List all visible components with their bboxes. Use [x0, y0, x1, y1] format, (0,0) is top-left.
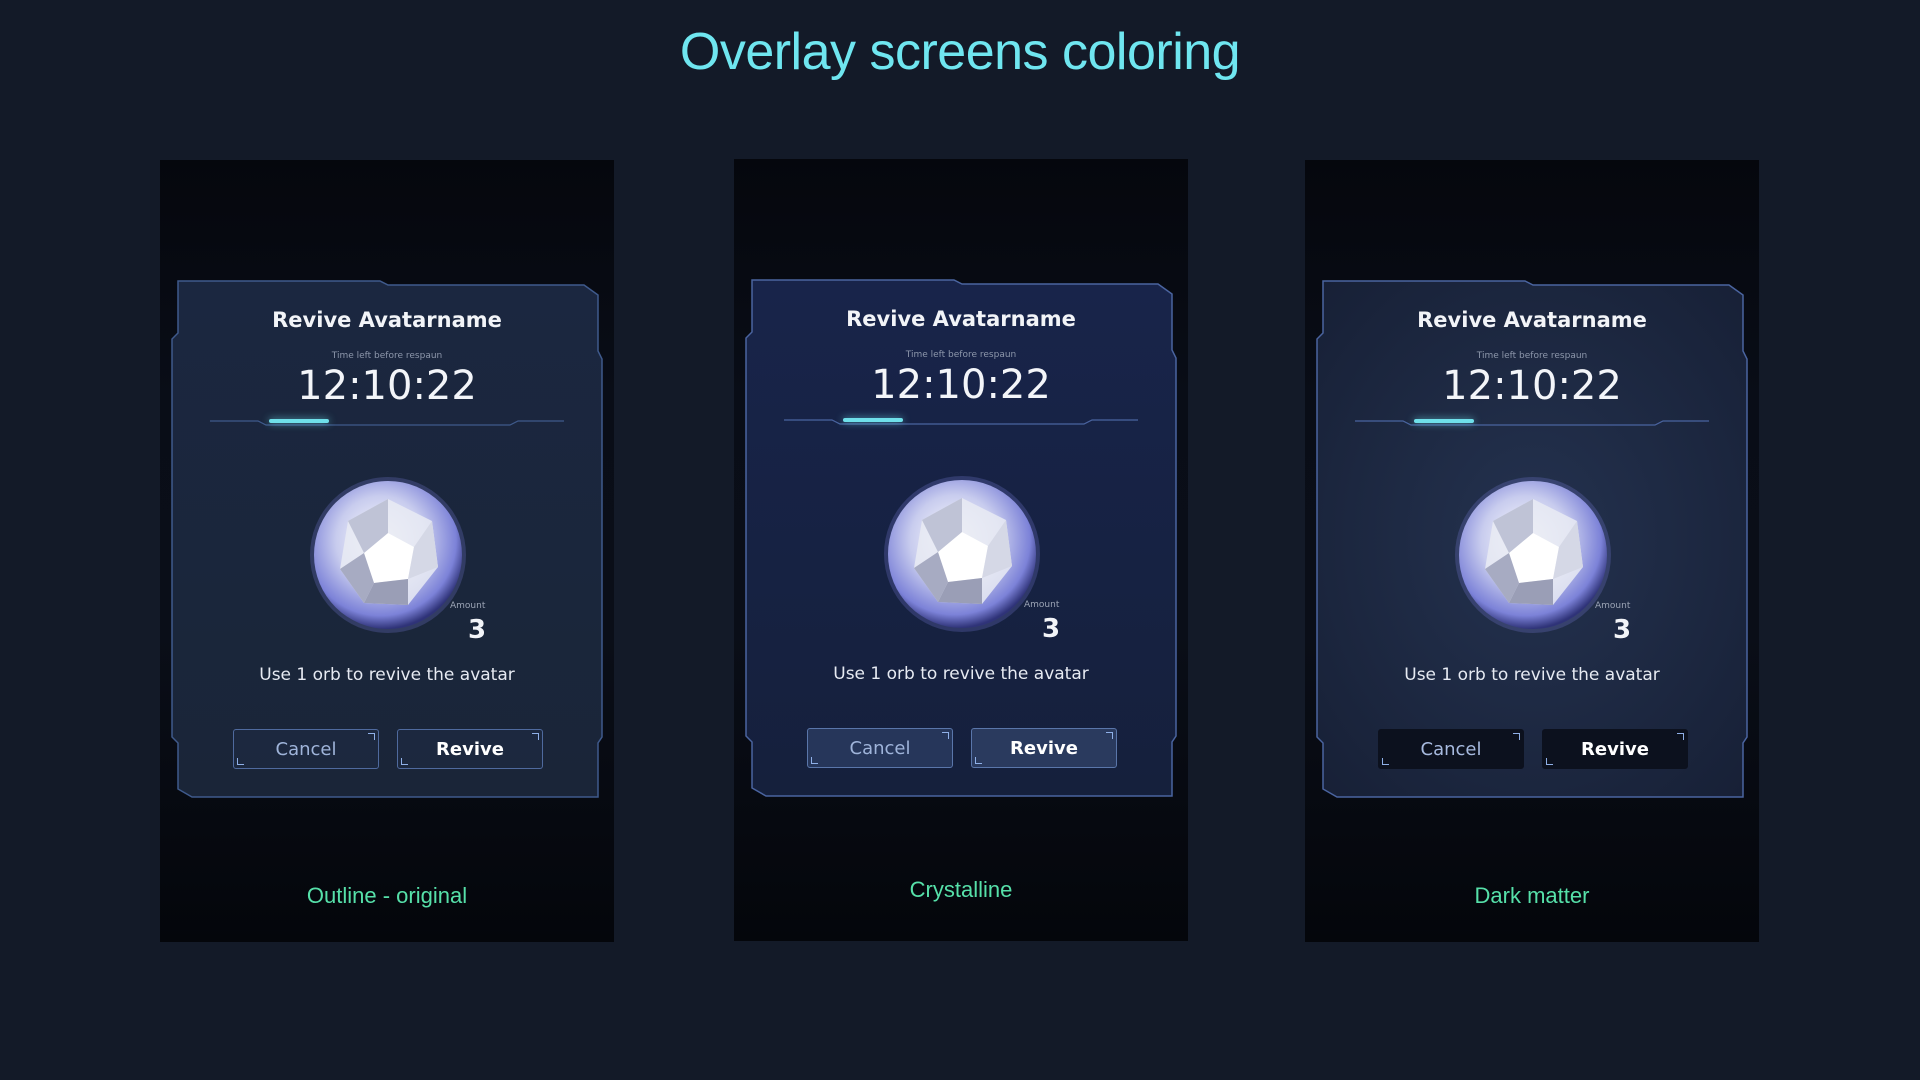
variant-label: Dark matter	[1474, 883, 1590, 908]
page-title: Overlay screens coloring	[679, 23, 1241, 81]
revive-button[interactable]: Revive	[1542, 729, 1688, 769]
cancel-button[interactable]: Cancel	[233, 729, 379, 769]
corner-accent	[1106, 732, 1113, 739]
timer-value: 12:10:22	[297, 363, 477, 409]
revive-button[interactable]: Revive	[971, 728, 1117, 768]
timer-progress-bar	[269, 419, 329, 423]
corner-accent	[975, 757, 982, 764]
revive-button-label: Revive	[1010, 737, 1078, 759]
cancel-button[interactable]: Cancel	[1378, 729, 1524, 769]
amount-label: Amount	[450, 601, 486, 611]
orb-icon	[884, 476, 1040, 632]
revive-button-label: Revive	[436, 738, 504, 760]
dialog-description: Use 1 orb to revive the avatar	[833, 664, 1089, 684]
variant-label: Crystalline	[909, 877, 1013, 902]
amount-label: Amount	[1595, 601, 1631, 611]
timer-divider	[210, 420, 564, 426]
timer-divider	[1355, 420, 1709, 426]
overlay-panel-dark-matter: Revive Avatarname Time left before respa…	[1305, 160, 1759, 942]
corner-accent	[237, 758, 244, 765]
orb-icon	[310, 477, 466, 633]
orb-icon	[1455, 477, 1611, 633]
cancel-button-label: Cancel	[1420, 738, 1482, 760]
dialog-title: Revive Avatarname	[1417, 308, 1647, 332]
amount-value: 3	[1042, 614, 1061, 644]
dialog-title: Revive Avatarname	[846, 307, 1076, 331]
amount-value: 3	[468, 615, 487, 645]
corner-accent	[368, 733, 375, 740]
dialog-description: Use 1 orb to revive the avatar	[1404, 665, 1660, 685]
corner-accent	[1513, 733, 1520, 740]
timer-value: 12:10:22	[1442, 363, 1622, 409]
corner-accent	[1382, 758, 1389, 765]
overlay-panel-crystalline: Revive Avatarname Time left before respa…	[734, 159, 1188, 941]
amount-value: 3	[1613, 615, 1632, 645]
dialog-description: Use 1 orb to revive the avatar	[259, 665, 515, 685]
timer-label: Time left before respaun	[905, 350, 1017, 360]
corner-accent	[811, 757, 818, 764]
timer-value: 12:10:22	[871, 362, 1051, 408]
corner-accent	[1677, 733, 1684, 740]
revive-button[interactable]: Revive	[397, 729, 543, 769]
corner-accent	[1546, 758, 1553, 765]
revive-button-label: Revive	[1581, 738, 1649, 760]
timer-divider	[784, 419, 1138, 425]
cancel-button-label: Cancel	[275, 738, 337, 760]
dialog-title: Revive Avatarname	[272, 308, 502, 332]
timer-label: Time left before respaun	[331, 351, 443, 361]
corner-accent	[532, 733, 539, 740]
overlay-panel-outline-original: Revive Avatarname Time left before respa…	[160, 160, 614, 942]
amount-label: Amount	[1024, 600, 1060, 610]
corner-accent	[401, 758, 408, 765]
cancel-button[interactable]: Cancel	[807, 728, 953, 768]
corner-accent	[942, 732, 949, 739]
timer-progress-bar	[843, 418, 903, 422]
timer-progress-bar	[1414, 419, 1474, 423]
variant-label: Outline - original	[306, 883, 468, 908]
cancel-button-label: Cancel	[849, 737, 911, 759]
timer-label: Time left before respaun	[1476, 351, 1588, 361]
